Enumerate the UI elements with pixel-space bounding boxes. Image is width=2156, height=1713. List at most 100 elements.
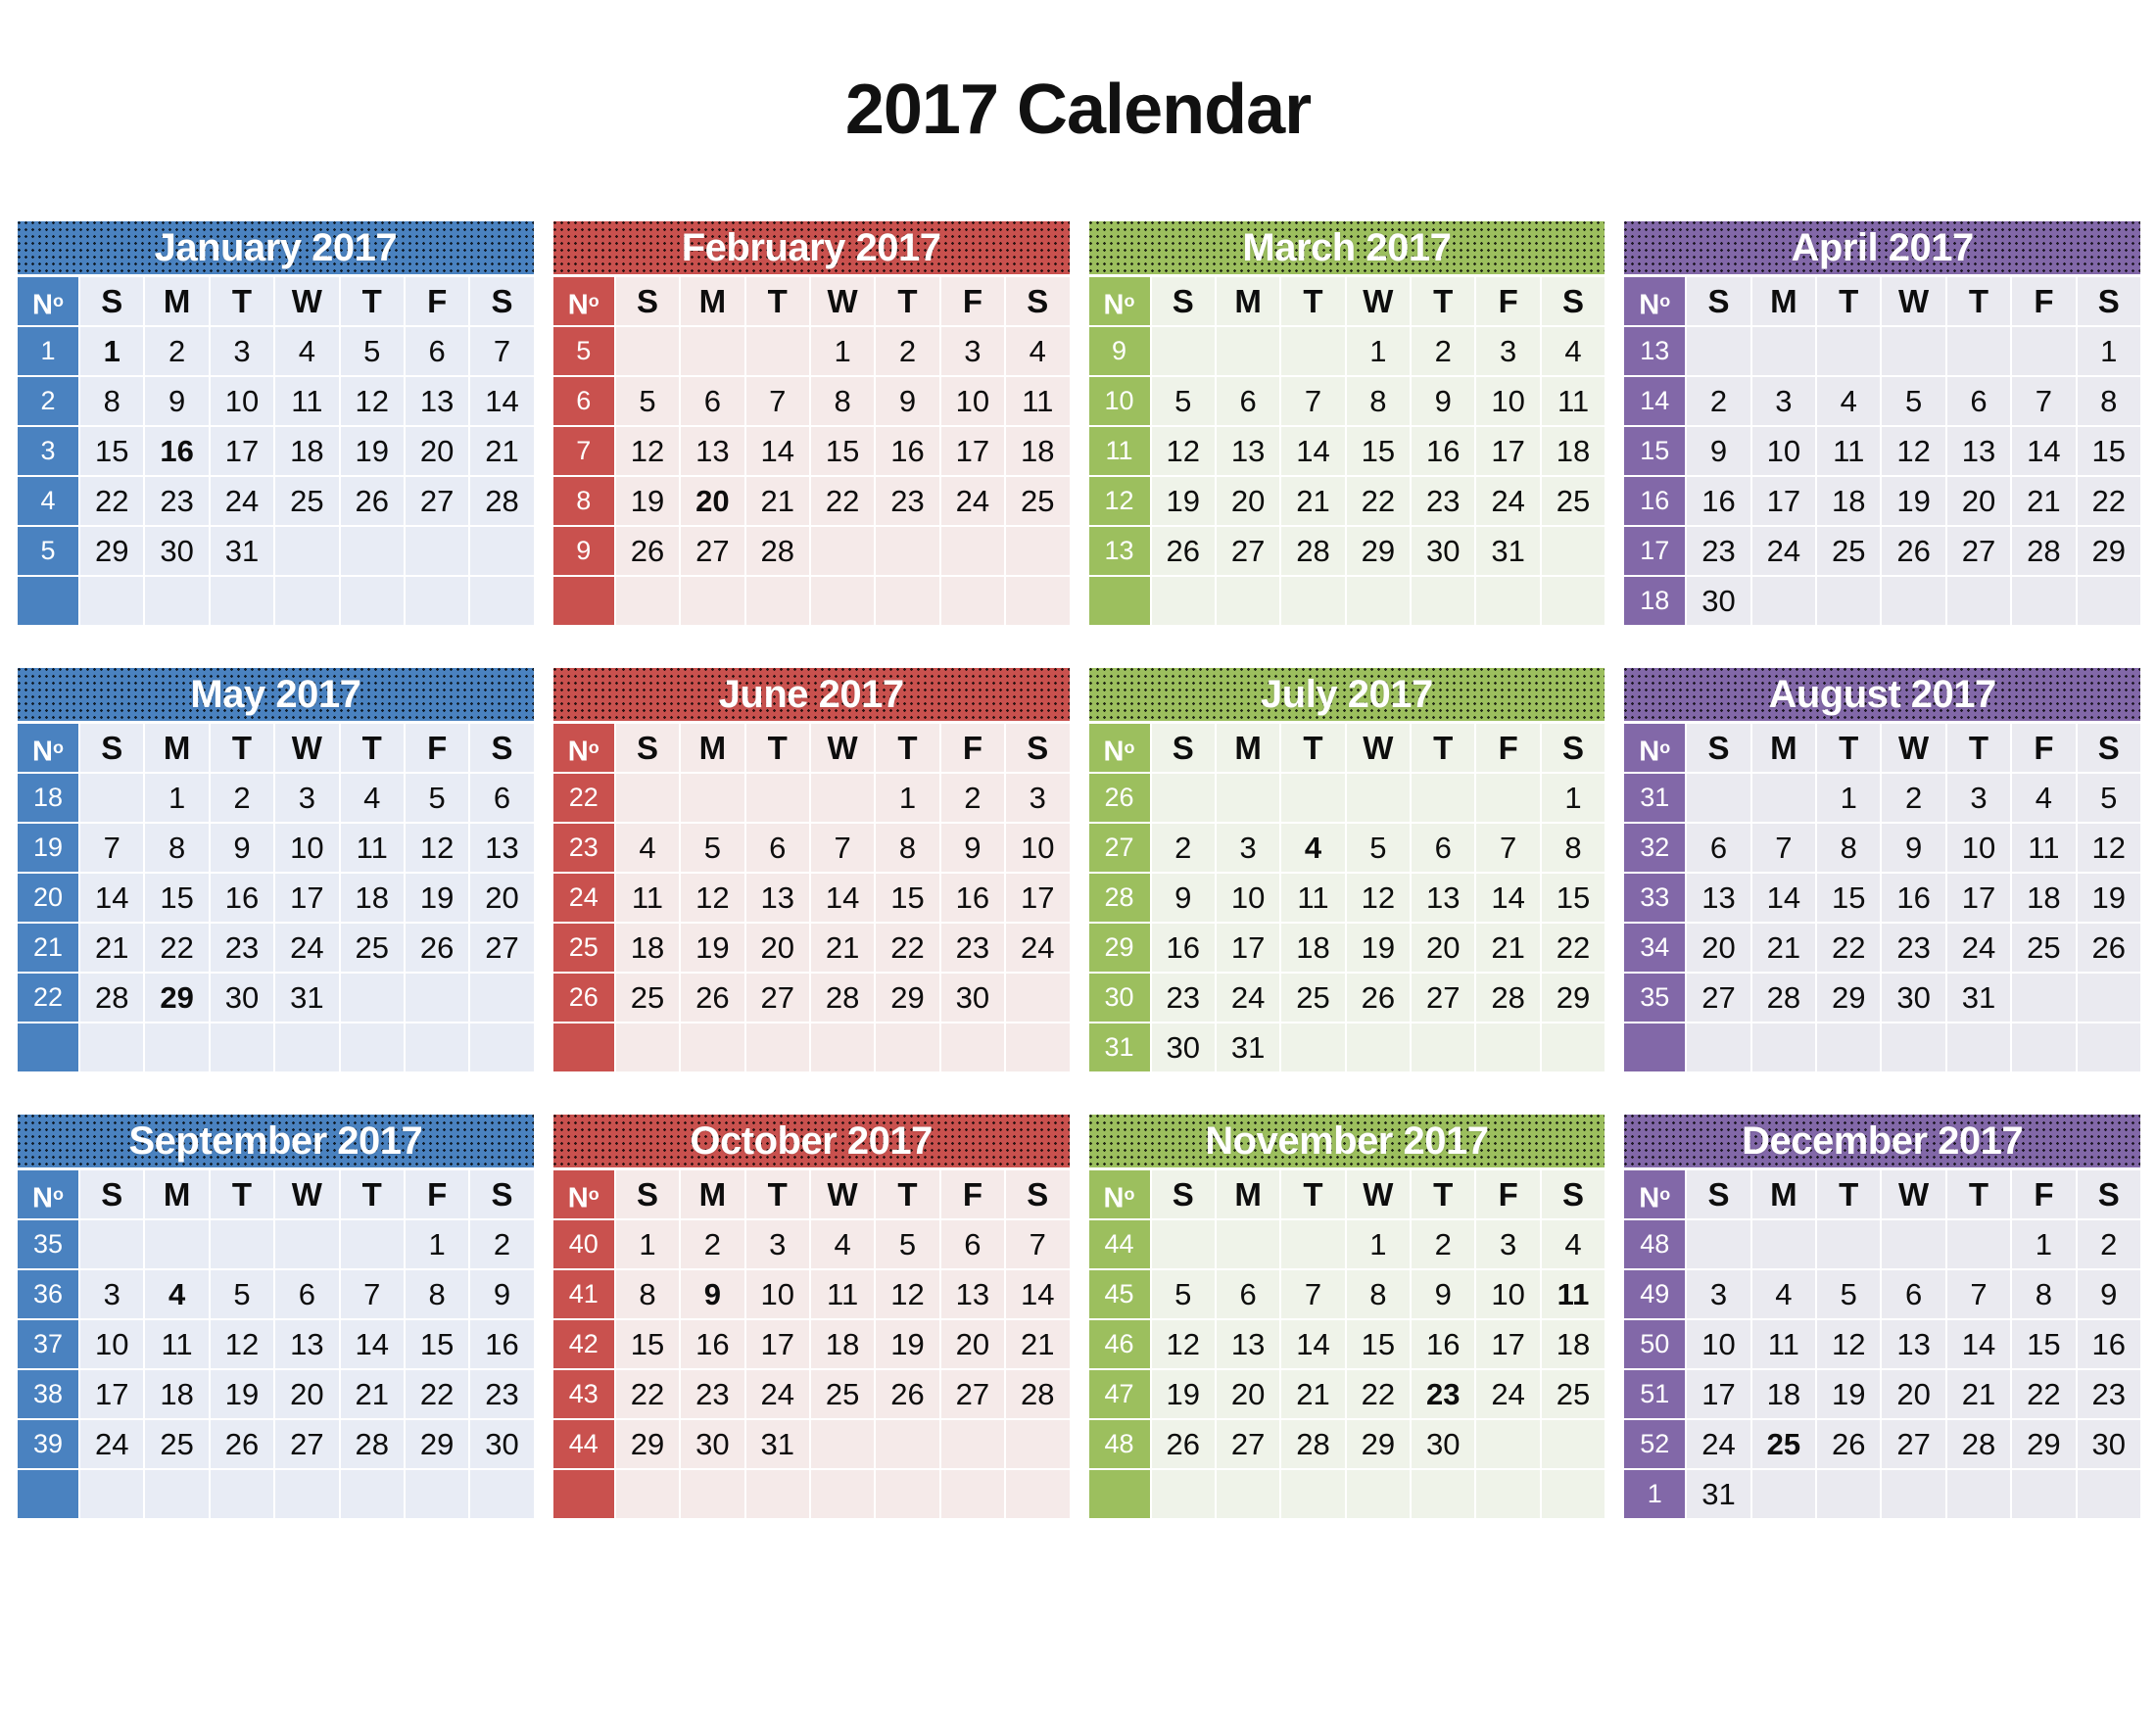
day-cell[interactable]: 10 xyxy=(1946,824,2011,873)
day-cell[interactable]: 7 xyxy=(1006,1220,1070,1269)
day-cell[interactable]: 30 xyxy=(1151,1023,1215,1072)
day-cell[interactable]: 27 xyxy=(405,477,469,526)
day-cell[interactable]: 27 xyxy=(1687,974,1750,1023)
day-cell[interactable]: 6 xyxy=(745,824,809,873)
day-cell[interactable]: 28 xyxy=(1006,1370,1070,1419)
day-cell[interactable]: 14 xyxy=(1946,1320,2011,1369)
day-cell[interactable]: 25 xyxy=(340,924,404,973)
day-cell[interactable]: 13 xyxy=(1882,1320,1945,1369)
day-cell[interactable]: 17 xyxy=(275,874,339,923)
day-cell[interactable]: 11 xyxy=(340,824,404,873)
day-cell[interactable]: 15 xyxy=(1346,1320,1411,1369)
day-cell[interactable]: 4 xyxy=(2012,774,2076,823)
day-cell[interactable]: 23 xyxy=(681,1370,744,1419)
day-cell[interactable]: 22 xyxy=(1541,924,1605,973)
day-cell[interactable]: 3 xyxy=(1946,774,2011,823)
day-cell[interactable]: 5 xyxy=(615,377,680,426)
day-cell[interactable]: 15 xyxy=(2012,1320,2076,1369)
day-cell[interactable]: 31 xyxy=(1476,527,1540,576)
day-cell[interactable]: 23 xyxy=(1151,974,1215,1023)
day-cell[interactable]: 30 xyxy=(681,1420,744,1469)
day-cell[interactable]: 5 xyxy=(1151,1270,1215,1319)
day-cell[interactable]: 2 xyxy=(940,774,1005,823)
day-cell[interactable]: 2 xyxy=(1687,377,1750,426)
day-cell[interactable]: 28 xyxy=(2012,527,2076,576)
day-cell[interactable]: 17 xyxy=(1006,874,1070,923)
day-cell[interactable]: 24 xyxy=(745,1370,809,1419)
day-cell[interactable]: 18 xyxy=(1541,427,1605,476)
day-cell[interactable]: 15 xyxy=(80,427,144,476)
day-cell[interactable]: 12 xyxy=(876,1270,939,1319)
day-cell[interactable]: 4 xyxy=(1541,327,1605,376)
day-cell[interactable]: 18 xyxy=(340,874,404,923)
day-cell[interactable]: 29 xyxy=(876,974,939,1023)
day-cell[interactable]: 2 xyxy=(681,1220,744,1269)
day-cell[interactable]: 16 xyxy=(1412,1320,1475,1369)
day-cell[interactable]: 15 xyxy=(876,874,939,923)
day-cell[interactable]: 11 xyxy=(275,377,339,426)
day-cell[interactable]: 7 xyxy=(810,824,875,873)
day-cell[interactable]: 26 xyxy=(210,1420,274,1469)
day-cell[interactable]: 24 xyxy=(1751,527,1816,576)
day-cell[interactable]: 21 xyxy=(1006,1320,1070,1369)
day-cell[interactable]: 28 xyxy=(1946,1420,2011,1469)
day-cell[interactable]: 9 xyxy=(876,377,939,426)
day-cell[interactable]: 21 xyxy=(745,477,809,526)
day-cell[interactable]: 21 xyxy=(1946,1370,2011,1419)
day-cell[interactable]: 14 xyxy=(745,427,809,476)
day-cell[interactable]: 23 xyxy=(210,924,274,973)
day-cell[interactable]: 8 xyxy=(80,377,144,426)
day-cell[interactable]: 22 xyxy=(1346,1370,1411,1419)
day-cell[interactable]: 19 xyxy=(681,924,744,973)
day-cell[interactable]: 11 xyxy=(810,1270,875,1319)
day-cell[interactable]: 14 xyxy=(810,874,875,923)
day-cell[interactable]: 20 xyxy=(1216,477,1280,526)
day-cell[interactable]: 22 xyxy=(1346,477,1411,526)
day-cell[interactable]: 18 xyxy=(615,924,680,973)
day-cell[interactable]: 19 xyxy=(1151,1370,1215,1419)
day-cell[interactable]: 10 xyxy=(1216,874,1280,923)
day-cell[interactable]: 5 xyxy=(2077,774,2140,823)
day-cell[interactable]: 5 xyxy=(340,327,404,376)
day-cell[interactable]: 19 xyxy=(615,477,680,526)
day-cell[interactable]: 21 xyxy=(1751,924,1816,973)
day-cell[interactable]: 5 xyxy=(1346,824,1411,873)
day-cell[interactable]: 18 xyxy=(1541,1320,1605,1369)
day-cell[interactable]: 17 xyxy=(80,1370,144,1419)
day-cell[interactable]: 3 xyxy=(1476,327,1540,376)
day-cell[interactable]: 4 xyxy=(145,1270,209,1319)
day-cell[interactable]: 19 xyxy=(2077,874,2140,923)
day-cell[interactable]: 21 xyxy=(470,427,534,476)
day-cell[interactable]: 2 xyxy=(876,327,939,376)
day-cell[interactable]: 13 xyxy=(681,427,744,476)
day-cell[interactable]: 6 xyxy=(940,1220,1005,1269)
day-cell[interactable]: 4 xyxy=(810,1220,875,1269)
day-cell[interactable]: 9 xyxy=(145,377,209,426)
day-cell[interactable]: 17 xyxy=(1687,1370,1750,1419)
day-cell[interactable]: 10 xyxy=(1476,1270,1540,1319)
day-cell[interactable]: 23 xyxy=(1882,924,1945,973)
day-cell[interactable]: 10 xyxy=(275,824,339,873)
day-cell[interactable]: 27 xyxy=(470,924,534,973)
day-cell[interactable]: 22 xyxy=(876,924,939,973)
day-cell[interactable]: 14 xyxy=(1476,874,1540,923)
day-cell[interactable]: 14 xyxy=(1281,427,1345,476)
day-cell[interactable]: 5 xyxy=(1882,377,1945,426)
day-cell[interactable]: 15 xyxy=(810,427,875,476)
day-cell[interactable]: 28 xyxy=(1281,1420,1345,1469)
day-cell[interactable]: 29 xyxy=(2077,527,2140,576)
day-cell[interactable]: 4 xyxy=(275,327,339,376)
day-cell[interactable]: 11 xyxy=(615,874,680,923)
day-cell[interactable]: 4 xyxy=(1541,1220,1605,1269)
day-cell[interactable]: 1 xyxy=(810,327,875,376)
day-cell[interactable]: 30 xyxy=(145,527,209,576)
day-cell[interactable]: 12 xyxy=(2077,824,2140,873)
day-cell[interactable]: 21 xyxy=(340,1370,404,1419)
day-cell[interactable]: 13 xyxy=(1216,427,1280,476)
day-cell[interactable]: 21 xyxy=(2012,477,2076,526)
day-cell[interactable]: 6 xyxy=(1946,377,2011,426)
day-cell[interactable]: 25 xyxy=(1541,1370,1605,1419)
day-cell[interactable]: 15 xyxy=(405,1320,469,1369)
day-cell[interactable]: 18 xyxy=(1281,924,1345,973)
day-cell[interactable]: 6 xyxy=(1412,824,1475,873)
